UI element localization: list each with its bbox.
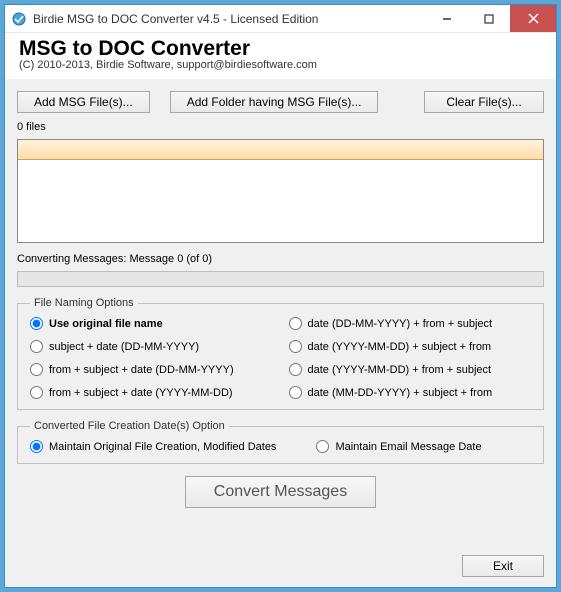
naming-option-yyyymmdd-from-subject[interactable]: date (YYYY-MM-DD) + from + subject [289,363,532,376]
naming-radio-4[interactable] [30,363,43,376]
naming-option-ddmmyyyy-from-subject[interactable]: date (DD-MM-YYYY) + from + subject [289,317,532,330]
clear-files-button[interactable]: Clear File(s)... [424,91,544,113]
maximize-button[interactable] [468,5,510,32]
copyright-text: (C) 2010-2013, Birdie Software, support@… [19,59,542,71]
close-button[interactable] [510,5,556,32]
date-option-original[interactable]: Maintain Original File Creation, Modifie… [30,440,276,453]
window-title: Birdie MSG to DOC Converter v4.5 - Licen… [33,12,426,26]
naming-option-yyyymmdd-subject-from[interactable]: date (YYYY-MM-DD) + subject + from [289,340,532,353]
app-icon [11,11,27,27]
titlebar: Birdie MSG to DOC Converter v4.5 - Licen… [5,5,556,33]
add-msg-files-button[interactable]: Add MSG File(s)... [17,91,150,113]
date-radio-original[interactable] [30,440,43,453]
naming-radio-2[interactable] [30,340,43,353]
toolbar: Add MSG File(s)... Add Folder having MSG… [17,91,544,113]
page-title: MSG to DOC Converter [19,37,542,61]
date-option-email[interactable]: Maintain Email Message Date [316,440,481,453]
progress-bar [17,271,544,287]
naming-option-subject-ddmmyyyy[interactable]: subject + date (DD-MM-YYYY) [30,340,273,353]
convert-messages-button[interactable]: Convert Messages [185,476,376,508]
file-naming-legend: File Naming Options [30,297,138,309]
naming-option-from-subject-yyyymmdd[interactable]: from + subject + date (YYYY-MM-DD) [30,386,273,399]
naming-radio-6[interactable] [30,386,43,399]
naming-option-mmddyyyy-subject-from[interactable]: date (MM-DD-YYYY) + subject + from [289,386,532,399]
file-list[interactable] [17,139,544,243]
file-count-label: 0 files [17,121,544,133]
date-radio-email[interactable] [316,440,329,453]
window-controls [426,5,556,32]
naming-radio-7[interactable] [289,386,302,399]
progress-label: Converting Messages: Message 0 (of 0) [17,253,544,265]
file-date-options: Converted File Creation Date(s) Option M… [17,420,544,464]
naming-option-from-subject-ddmmyyyy[interactable]: from + subject + date (DD-MM-YYYY) [30,363,273,376]
file-date-legend: Converted File Creation Date(s) Option [30,420,229,432]
file-list-header [18,140,543,160]
add-folder-button[interactable]: Add Folder having MSG File(s)... [170,91,379,113]
naming-radio-1[interactable] [289,317,302,330]
naming-radio-5[interactable] [289,363,302,376]
app-window: Birdie MSG to DOC Converter v4.5 - Licen… [4,4,557,588]
naming-option-original[interactable]: Use original file name [30,317,273,330]
header-block: MSG to DOC Converter (C) 2010-2013, Bird… [5,33,556,79]
minimize-button[interactable] [426,5,468,32]
exit-button[interactable]: Exit [462,555,544,577]
file-naming-options: File Naming Options Use original file na… [17,297,544,410]
content-area: MSG to DOC Converter (C) 2010-2013, Bird… [5,33,556,587]
naming-radio-3[interactable] [289,340,302,353]
naming-radio-0[interactable] [30,317,43,330]
